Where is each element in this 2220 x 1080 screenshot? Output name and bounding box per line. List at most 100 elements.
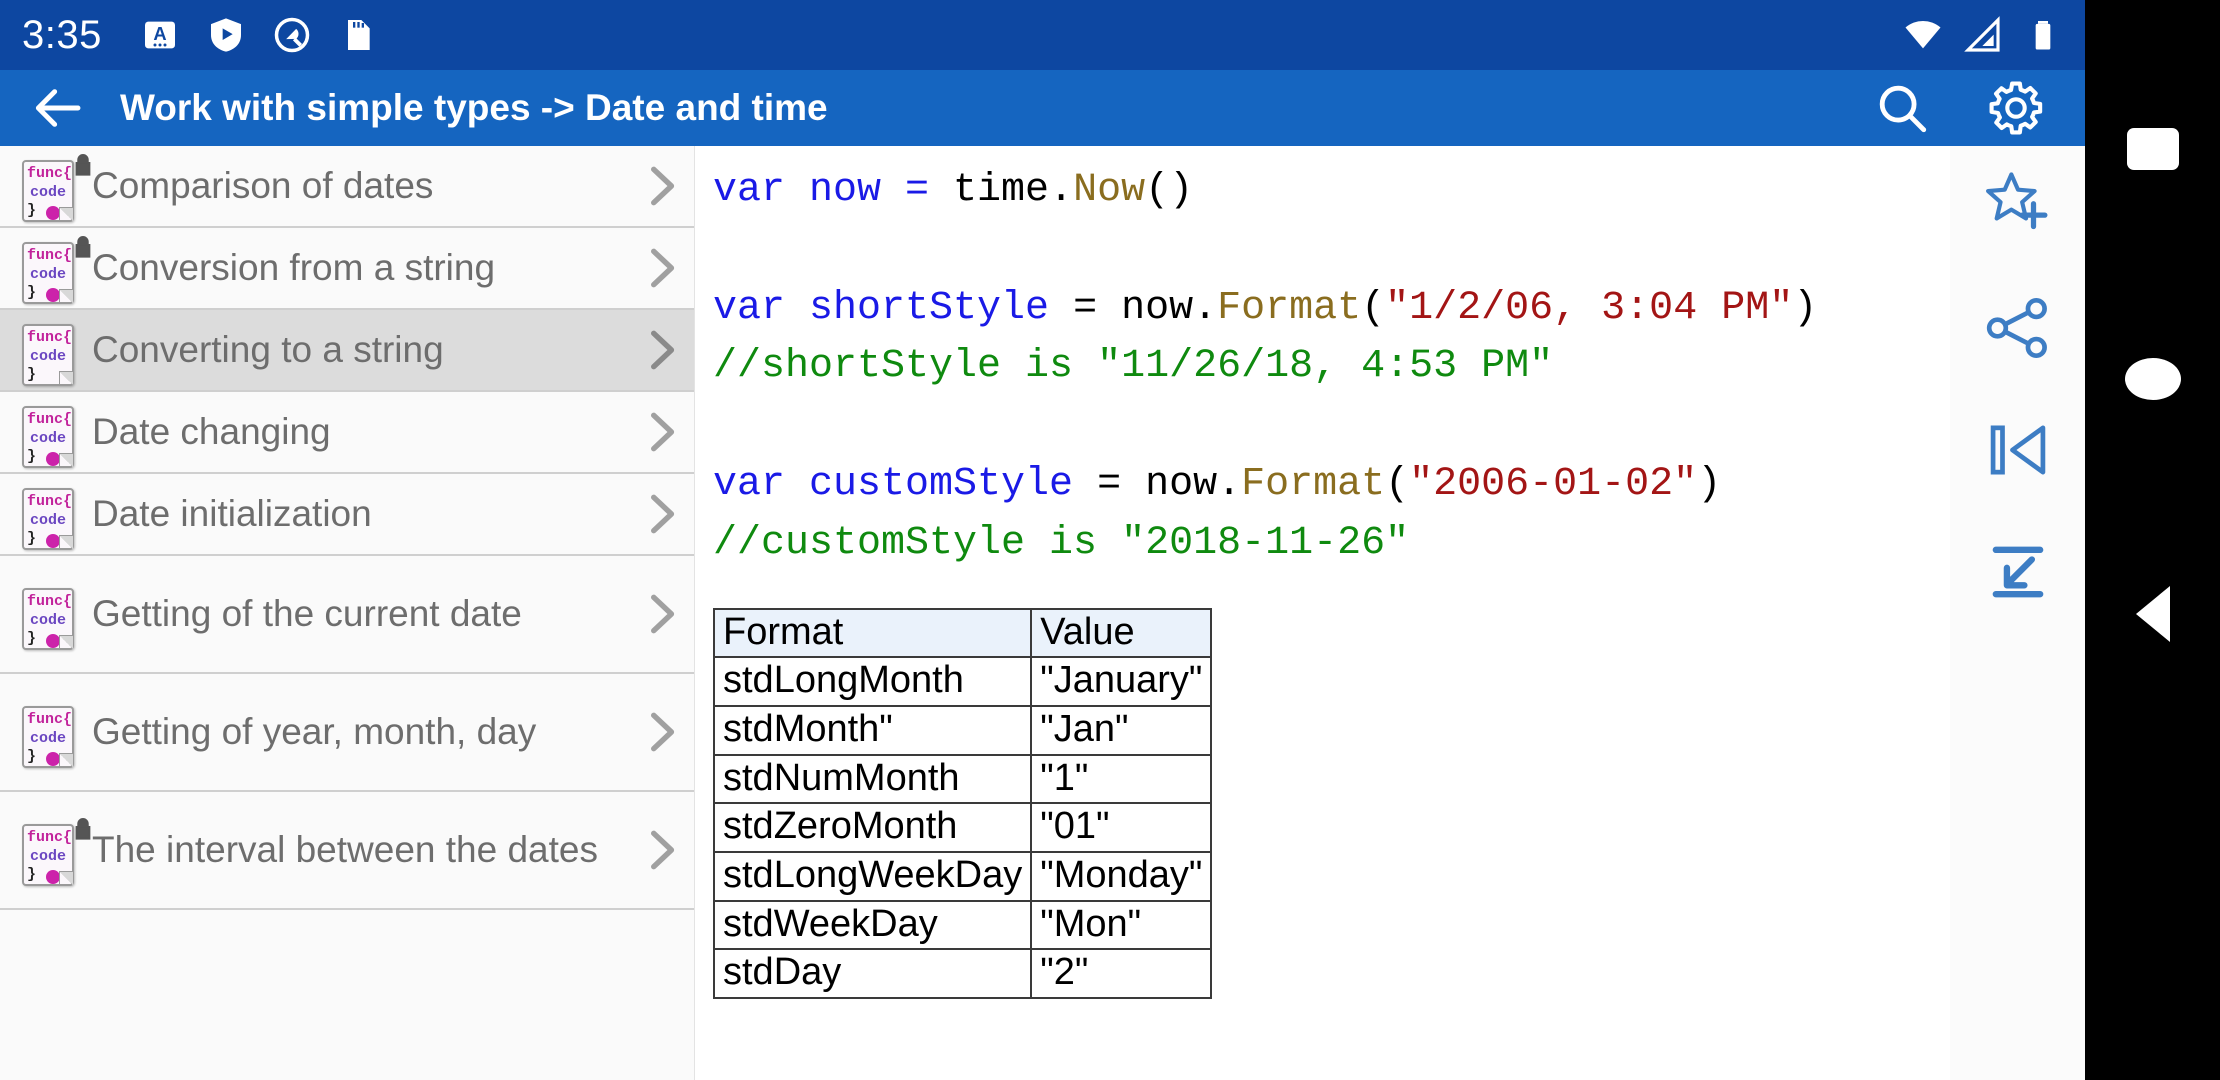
code-token: () xyxy=(1145,168,1194,213)
topic-list-item[interactable]: func{code} Getting of the current date xyxy=(0,556,694,674)
table-column-header: Format xyxy=(712,607,1033,659)
topic-list[interactable]: func{code} Comparison of dates func{code} C… xyxy=(0,146,695,1080)
func-code-icon: func{code} xyxy=(22,160,74,222)
lock-icon xyxy=(75,154,91,176)
topic-list-item-label: Conversion from a string xyxy=(92,247,496,289)
tool-rail xyxy=(1950,146,2085,1080)
content-pane: var now = time.Now() var shortStyle = no… xyxy=(695,146,2085,1080)
body-row: func{code} Comparison of dates func{code} C… xyxy=(0,146,2085,1080)
topic-icon-wrap: func{code} xyxy=(14,310,92,390)
search-icon[interactable] xyxy=(1873,79,1931,137)
code-line: //customStyle is "2018-11-26" xyxy=(713,515,1950,574)
back-arrow-icon xyxy=(35,89,81,127)
lock-icon xyxy=(75,818,91,840)
unread-dot-icon xyxy=(46,870,60,884)
code-token: customStyle xyxy=(785,461,1074,507)
code-line: //shortStyle is "11/26/18, 4:53 PM" xyxy=(713,338,1950,397)
unread-dot-icon xyxy=(46,288,60,302)
page-fold xyxy=(59,207,73,221)
table-cell: "January" xyxy=(1030,656,1213,707)
table-cell: stdLongWeekDay xyxy=(712,850,1033,902)
func-code-icon: func{code} xyxy=(22,588,74,650)
topic-list-item[interactable]: func{code} Getting of year, month, day xyxy=(0,674,694,792)
chevron-right-icon xyxy=(634,707,688,757)
phone-viewport: 3:35 A Work with simple types -> Date an… xyxy=(0,0,2085,1080)
share-icon[interactable] xyxy=(1982,292,2054,364)
collapse-fit-icon[interactable] xyxy=(1982,536,2054,608)
topic-list-item-label: Date changing xyxy=(92,411,331,453)
topic-list-item-label: Getting of the current date xyxy=(92,593,522,635)
page-fold xyxy=(59,753,73,767)
topic-list-item[interactable]: func{code} Date changing xyxy=(0,392,694,474)
code-token: "2006-01-02" xyxy=(1409,461,1698,507)
home-button[interactable] xyxy=(2124,358,2181,400)
keyboard-language-icon: A xyxy=(144,21,175,49)
func-code-icon: func{code} xyxy=(22,406,74,468)
table-cell: stdZeroMonth xyxy=(712,802,1033,853)
topic-icon-wrap: func{code} xyxy=(14,474,92,554)
recents-button[interactable] xyxy=(2126,128,2179,170)
chevron-right-icon xyxy=(634,489,688,539)
status-clock: 3:35 xyxy=(22,12,102,57)
topic-icon-wrap: func{code} xyxy=(14,228,92,308)
page-fold xyxy=(59,535,73,549)
format-table: Format Value stdLongMonth "January" stdMont… xyxy=(712,607,1213,999)
code-token: = xyxy=(1049,285,1122,331)
code-token: var xyxy=(713,168,786,213)
cell-signal-icon xyxy=(1964,16,2000,52)
unread-dot-icon xyxy=(46,206,60,220)
unread-dot-icon xyxy=(46,634,60,648)
topic-list-item-label: Getting of year, month, day xyxy=(92,711,537,753)
table-cell: stdLongMonth xyxy=(712,656,1033,707)
table-cell: "2" xyxy=(1030,948,1213,999)
lock-icon xyxy=(75,236,91,258)
svg-text:A: A xyxy=(153,23,166,44)
code-token: now. xyxy=(1121,285,1218,331)
code-line: var shortStyle = now.Format("1/2/06, 3:0… xyxy=(713,280,1950,339)
code-token: now = xyxy=(785,168,954,213)
chevron-right-icon xyxy=(634,589,688,639)
page-fold xyxy=(59,453,73,467)
code-sample: var now = time.Now() var shortStyle = no… xyxy=(713,162,1950,574)
chevron-right-icon xyxy=(634,243,688,293)
back-button[interactable] xyxy=(26,77,88,139)
table-cell: "01" xyxy=(1030,802,1213,853)
table-cell: stdDay xyxy=(712,948,1033,999)
table-cell: "Monday" xyxy=(1030,850,1213,902)
topic-list-item[interactable]: func{code} Conversion from a string xyxy=(0,228,694,310)
table-header-row: Format Value xyxy=(712,607,1213,659)
table-cell: "Jan" xyxy=(1030,704,1213,756)
topic-list-item[interactable]: func{code} The interval between the dates xyxy=(0,792,694,910)
code-token: shortStyle xyxy=(785,285,1050,331)
func-code-icon: func{code} xyxy=(22,824,74,886)
func-code-icon: func{code} xyxy=(22,324,74,386)
topic-list-item[interactable]: func{code} Converting to a string xyxy=(0,310,694,392)
code-token: var xyxy=(713,461,786,507)
back-button-nav[interactable] xyxy=(2135,586,2170,642)
code-token: Format xyxy=(1241,461,1386,507)
topic-list-item[interactable]: func{code} Comparison of dates xyxy=(0,146,694,228)
page-fold xyxy=(59,289,73,303)
func-code-icon: func{code} xyxy=(22,488,74,550)
topic-icon-wrap: func{code} xyxy=(14,692,92,772)
code-token: //shortStyle is "11/26/18, 4:53 PM" xyxy=(713,344,1554,390)
table-row: stdNumMonth "1" xyxy=(712,753,1213,805)
code-token: ) xyxy=(1697,461,1722,507)
table-cell: "Mon" xyxy=(1030,899,1213,951)
code-token: //customStyle is "2018-11-26" xyxy=(713,520,1410,566)
topic-list-item-label: Converting to a string xyxy=(92,329,444,371)
topic-list-item[interactable]: func{code} Date initialization xyxy=(0,474,694,556)
topic-icon-wrap: func{code} xyxy=(14,392,92,472)
add-to-favorites-icon[interactable] xyxy=(1982,170,2054,242)
format-table-head: Format Value xyxy=(712,607,1213,659)
content-scroll-area: var now = time.Now() var shortStyle = no… xyxy=(695,146,1950,1080)
topic-icon-wrap: func{code} xyxy=(14,810,92,890)
topic-list-item-label: The interval between the dates xyxy=(92,829,598,871)
table-row: stdLongMonth "January" xyxy=(712,656,1213,707)
chevron-right-icon xyxy=(634,161,688,211)
gear-icon[interactable] xyxy=(1987,79,2045,137)
skip-to-start-icon[interactable] xyxy=(1982,414,2054,486)
table-row: stdWeekDay "Mon" xyxy=(712,899,1213,951)
play-protect-shield-icon xyxy=(210,18,241,52)
topic-icon-wrap: func{code} xyxy=(14,574,92,654)
